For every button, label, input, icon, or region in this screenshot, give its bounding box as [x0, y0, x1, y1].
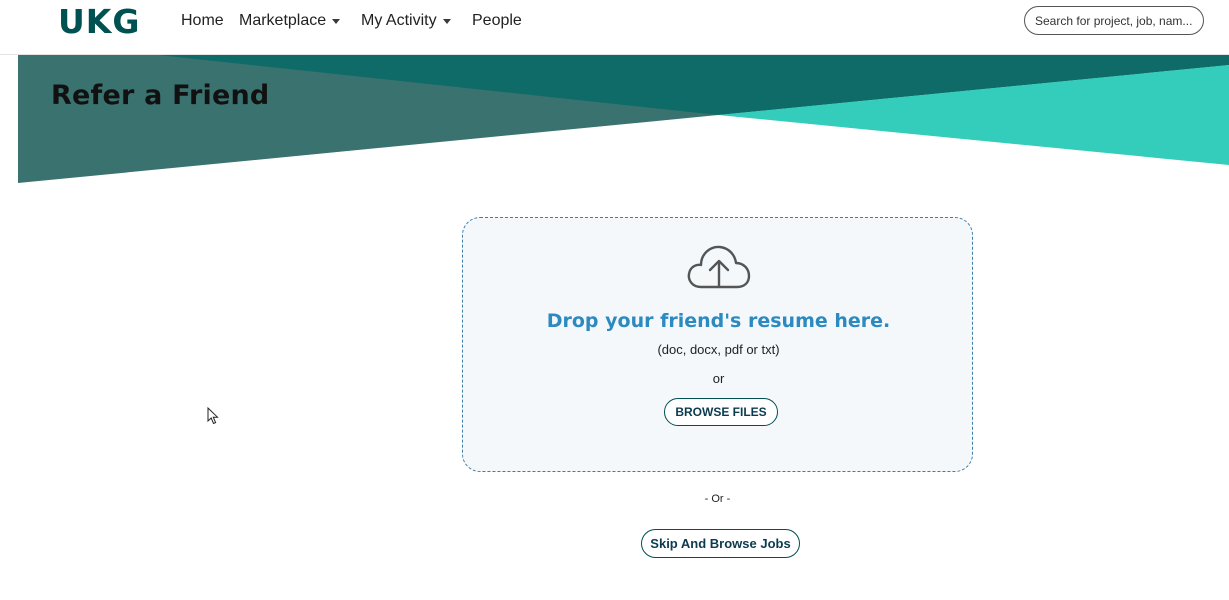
nav-marketplace[interactable]: Marketplace: [239, 12, 341, 30]
nav-my-activity[interactable]: My Activity: [361, 12, 451, 30]
resume-dropzone[interactable]: Drop your friend's resume here. (doc, do…: [462, 217, 973, 472]
mouse-pointer-icon: [207, 407, 219, 425]
accepted-formats: (doc, docx, pdf or txt): [657, 342, 780, 357]
top-navigation-bar: UKG Home Marketplace My Activity People: [0, 0, 1229, 55]
banner-graphic: [18, 55, 1229, 183]
nav-marketplace-label: Marketplace: [239, 12, 327, 29]
nav-people-label: People: [472, 12, 522, 29]
dropzone-heading: Drop your friend's resume here.: [546, 310, 891, 332]
cloud-upload-icon: [687, 245, 751, 289]
ukg-logo[interactable]: UKG: [58, 3, 140, 41]
nav-home-label: Home: [181, 12, 224, 29]
page-banner: [18, 55, 1229, 185]
nav-my-activity-label: My Activity: [361, 12, 437, 29]
browse-files-button[interactable]: BROWSE FILES: [664, 398, 778, 426]
chevron-down-icon: [442, 19, 451, 24]
chevron-down-icon: [332, 19, 341, 24]
page-title: Refer a Friend: [51, 80, 270, 111]
skip-and-browse-jobs-button[interactable]: Skip And Browse Jobs: [641, 529, 800, 558]
nav-home[interactable]: Home: [181, 12, 224, 30]
logo-text: UKG: [58, 2, 141, 41]
or-separator: - Or -: [704, 493, 731, 505]
nav-people[interactable]: People: [472, 12, 522, 30]
dropzone-or: or: [712, 371, 725, 386]
search-input[interactable]: [1024, 6, 1204, 35]
